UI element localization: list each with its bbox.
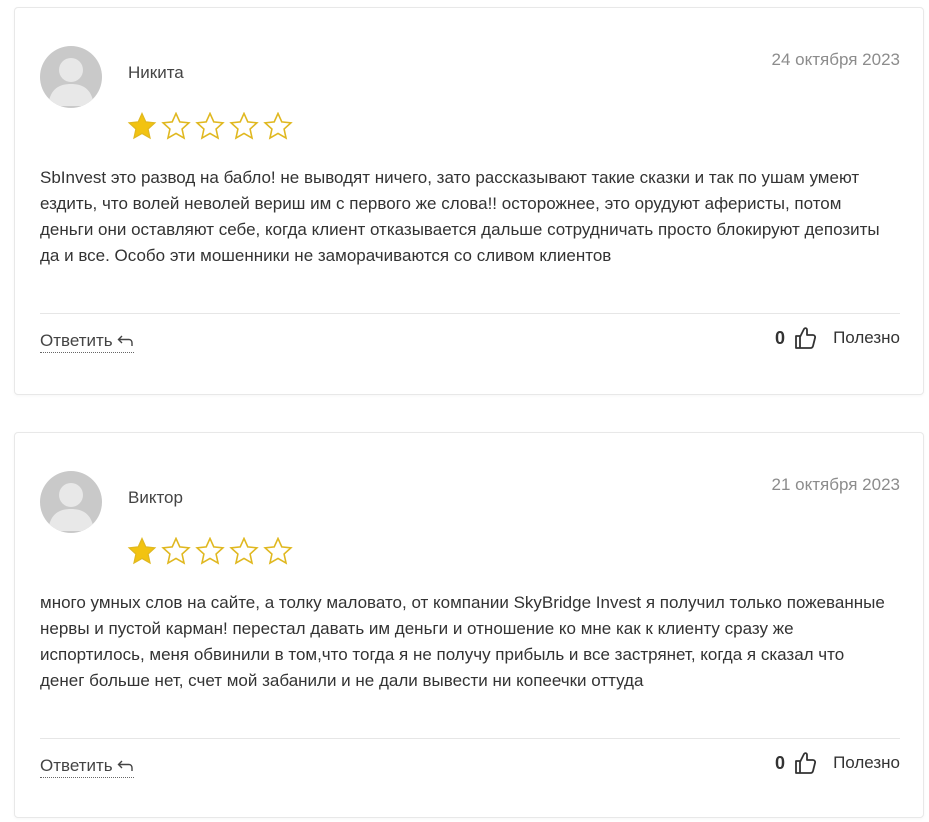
star-empty-icon <box>229 537 259 565</box>
star-empty-icon <box>195 112 225 140</box>
thumbs-up-icon[interactable] <box>794 751 817 775</box>
helpful-label[interactable]: Полезно <box>833 328 900 348</box>
review-author: Никита <box>128 63 184 82</box>
reply-label: Ответить <box>40 331 113 350</box>
reply-button[interactable]: Ответить <box>40 331 134 353</box>
helpful-vote: 0 Полезно <box>775 326 900 350</box>
helpful-count: 0 <box>775 327 786 348</box>
reply-label: Ответить <box>40 756 113 775</box>
helpful-count: 0 <box>775 752 786 773</box>
review-date: 21 октября 2023 <box>771 475 900 494</box>
reviews-page: Никита 24 октября 2023 SbInvest это разв… <box>0 0 929 822</box>
star-empty-icon <box>263 112 293 140</box>
avatar <box>40 46 102 108</box>
star-empty-icon <box>229 112 259 140</box>
star-empty-icon <box>263 537 293 565</box>
user-silhouette-icon <box>48 483 94 531</box>
helpful-vote: 0 Полезно <box>775 751 900 775</box>
star-empty-icon <box>161 537 191 565</box>
star-filled-icon <box>127 537 157 565</box>
helpful-label[interactable]: Полезно <box>833 753 900 773</box>
divider <box>40 738 900 739</box>
divider <box>40 313 900 314</box>
star-empty-icon <box>195 537 225 565</box>
rating-stars <box>127 112 293 140</box>
reply-button[interactable]: Ответить <box>40 756 134 778</box>
user-silhouette-icon <box>48 58 94 106</box>
star-filled-icon <box>127 112 157 140</box>
thumbs-up-icon[interactable] <box>794 326 817 350</box>
rating-stars <box>127 537 293 565</box>
review-text: много умных слов на сайте, а толку малов… <box>40 593 885 690</box>
avatar <box>40 471 102 533</box>
review-author: Виктор <box>128 488 183 507</box>
star-empty-icon <box>161 112 191 140</box>
review-card: Никита 24 октября 2023 SbInvest это разв… <box>14 7 924 395</box>
reply-arrow-icon <box>117 334 134 348</box>
review-card: Виктор 21 октября 2023 много умных слов … <box>14 432 924 818</box>
reply-arrow-icon <box>117 759 134 773</box>
review-text: SbInvest это развод на бабло! не выводят… <box>40 168 880 265</box>
review-date: 24 октября 2023 <box>771 50 900 69</box>
